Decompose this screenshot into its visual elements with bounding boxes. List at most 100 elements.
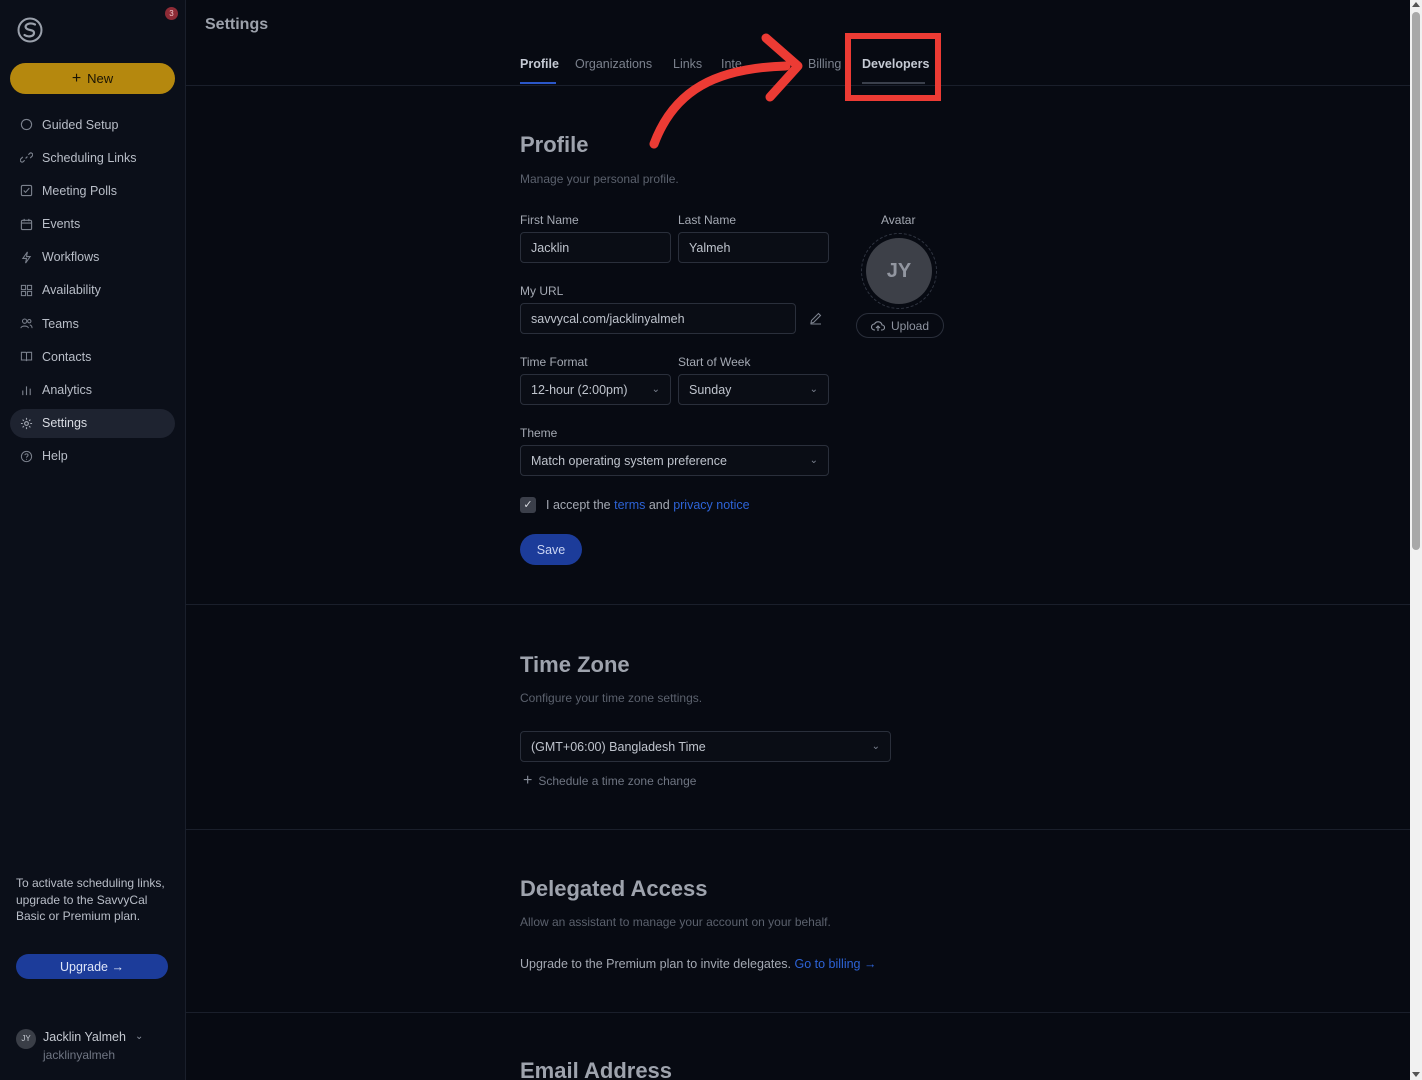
users-icon [20,318,33,329]
sidebar: 3 + New Guided Setup Scheduling Links Me… [0,0,186,1080]
profile-heading: Profile [520,132,589,157]
theme-select[interactable]: Match operating system preference ⌄ [520,445,829,476]
bolt-icon [21,251,32,264]
privacy-link[interactable]: privacy notice [673,498,749,512]
section-divider [186,1012,1410,1013]
cloud-upload-icon [871,320,885,331]
go-to-billing-link[interactable]: Go to billing → [794,957,876,971]
sidebar-item-label: Meeting Polls [42,183,118,198]
sidebar-item-meeting-polls[interactable]: Meeting Polls [10,176,175,205]
scrollbar-thumb[interactable] [1412,12,1420,550]
chevron-down-icon: ⌄ [651,384,660,395]
schedule-time-zone-change-link[interactable]: + Schedule a time zone change [523,772,696,790]
help-icon [20,450,33,462]
sidebar-item-label: Help [42,449,68,464]
grid-icon [20,284,33,297]
chevron-down-icon: ⌄ [809,455,818,466]
poll-icon [20,185,33,197]
time-zone-heading: Time Zone [520,652,630,677]
scroll-up-icon[interactable] [1412,2,1420,7]
sidebar-item-contacts[interactable]: Contacts [10,342,175,371]
plus-icon: + [71,69,82,87]
plus-icon: + [523,772,533,789]
sidebar-item-events[interactable]: Events [10,210,175,239]
section-divider [186,829,1410,830]
main-content: Settings Profile Organizations Links Int… [186,0,1410,1080]
terms-prefix: I accept the [546,498,611,512]
sidebar-item-label: Analytics [42,383,93,397]
last-name-field[interactable]: Yalmeh [678,232,829,263]
terms-and: and [648,498,670,512]
book-icon [20,352,33,362]
sidebar-item-availability[interactable]: Availability [10,276,175,305]
theme-value: Match operating system preference [531,453,727,468]
time-format-value: 12-hour (2:00pm) [531,382,628,397]
sidebar-item-teams[interactable]: Teams [10,309,175,338]
avatar[interactable]: JY [866,238,932,304]
avatar: JY [16,1029,36,1049]
user-handle: jacklinyalmeh [43,1048,116,1062]
sidebar-item-analytics[interactable]: Analytics [10,376,175,405]
avatar-label: Avatar [881,213,916,227]
url-label: My URL [520,284,564,298]
sidebar-item-label: Teams [42,316,79,331]
annotation-highlight-box [845,33,941,101]
sidebar-item-label: Contacts [42,349,92,364]
chevron-down-icon: ⌄ [135,1031,144,1042]
circle-icon [20,118,33,131]
schedule-time-zone-change-label: Schedule a time zone change [538,774,697,788]
bar-chart-icon [22,385,31,395]
first-name-label: First Name [520,213,579,227]
time-zone-value: (GMT+06:00) Bangladesh Time [531,739,706,754]
url-field[interactable]: savvycal.com/jacklinyalmeh [520,303,796,334]
sidebar-item-settings[interactable]: Settings [10,408,175,438]
active-tab-indicator [520,82,556,84]
sidebar-item-guided-setup[interactable]: Guided Setup [10,110,175,139]
sidebar-item-help[interactable]: Help [10,442,175,471]
terms-checkbox[interactable]: ✓ [520,497,536,513]
delegated-access-heading: Delegated Access [520,876,708,901]
upgrade-message: To activate scheduling links, upgrade to… [16,876,165,924]
scroll-down-icon[interactable] [1412,1072,1420,1077]
page-title: Settings [205,16,269,33]
sidebar-nav: Guided Setup Scheduling Links Meeting Po… [10,110,175,475]
time-format-label: Time Format [520,355,588,369]
profile-subtitle: Manage your personal profile. [520,172,679,186]
notification-badge[interactable]: 3 [165,7,178,20]
week-start-select[interactable]: Sunday ⌄ [678,374,829,405]
first-name-field[interactable]: Jacklin [520,232,671,263]
time-format-select[interactable]: 12-hour (2:00pm) ⌄ [520,374,671,405]
new-button[interactable]: + New [10,63,175,94]
upgrade-button[interactable]: Upgrade → [16,954,168,979]
theme-label: Theme [520,426,558,440]
delegated-note-text: Upgrade to the Premium plan to invite de… [520,957,791,971]
week-start-label: Start of Week [678,355,751,369]
user-name: Jacklin Yalmeh [43,1030,126,1044]
gear-icon [20,417,33,429]
sidebar-item-label: Settings [42,416,88,431]
email-address-heading: Email Address [520,1058,673,1080]
delegated-access-note: Upgrade to the Premium plan to invite de… [520,957,876,971]
savvycal-logo-icon[interactable] [16,16,44,44]
chevron-down-icon: ⌄ [809,384,818,395]
time-zone-select[interactable]: (GMT+06:00) Bangladesh Time ⌄ [520,731,891,762]
tab-organizations[interactable]: Organizations [575,57,652,71]
sidebar-item-scheduling-links[interactable]: Scheduling Links [10,143,175,172]
upload-label: Upload [890,318,930,333]
sidebar-item-label: Scheduling Links [42,150,137,165]
sidebar-item-label: Events [42,217,81,232]
calendar-icon [20,218,33,230]
upload-button[interactable]: Upload [856,313,944,338]
link-icon [20,152,33,163]
pencil-icon[interactable] [809,311,823,325]
save-button[interactable]: Save [520,534,582,565]
scrollbar[interactable] [1410,0,1422,1080]
sidebar-item-label: Availability [42,283,101,298]
sidebar-item-workflows[interactable]: Workflows [10,243,175,272]
chevron-down-icon: ⌄ [871,741,880,752]
annotation-arrow-icon [649,33,803,149]
new-button-label: New [87,71,114,86]
terms-text: I accept the terms and privacy notice [546,498,750,512]
tab-profile[interactable]: Profile [520,57,559,71]
terms-link[interactable]: terms [614,498,645,512]
